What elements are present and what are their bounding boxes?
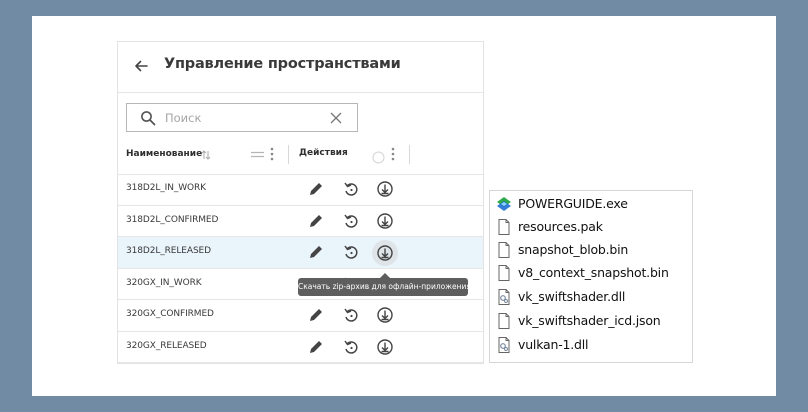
file-name: v8_context_snapshot.bin xyxy=(518,265,669,280)
file-name: vk_swiftshader_icd.json xyxy=(518,313,661,328)
table-header: Наименование Действия xyxy=(118,138,483,175)
column-resize-handle-icon[interactable] xyxy=(251,151,264,158)
search-input[interactable] xyxy=(165,109,315,127)
faded-download-icon xyxy=(372,151,385,164)
column-menu-icon[interactable] xyxy=(391,147,395,161)
workspace-table-body: 318D2L_IN_WORK 318D2L_CONFIRMED 318D2L_R… xyxy=(118,174,483,363)
edit-icon[interactable] xyxy=(307,338,325,356)
download-zip-icon[interactable] xyxy=(376,338,394,356)
workspace-name: 320GX_RELEASED xyxy=(126,340,207,351)
workspace-name: 320GX_IN_WORK xyxy=(126,277,202,288)
file-list: POWERGUIDE.exe resources.pak snapshot_bl… xyxy=(489,190,693,363)
file-item[interactable]: resources.pak xyxy=(495,216,691,238)
file-item[interactable]: vulkan-1.dll xyxy=(495,334,691,356)
edit-icon[interactable] xyxy=(307,212,325,230)
revert-icon[interactable] xyxy=(342,243,360,261)
column-menu-icon[interactable] xyxy=(270,147,274,161)
revert-icon[interactable] xyxy=(342,306,360,324)
search-box xyxy=(126,103,358,132)
file-name: POWERGUIDE.exe xyxy=(518,196,628,211)
download-zip-icon[interactable] xyxy=(376,180,394,198)
revert-icon[interactable] xyxy=(342,338,360,356)
edit-icon[interactable] xyxy=(307,180,325,198)
revert-icon[interactable] xyxy=(342,180,360,198)
search-icon xyxy=(141,111,156,126)
table-row[interactable]: 318D2L_IN_WORK xyxy=(118,174,483,206)
back-arrow-icon[interactable] xyxy=(133,58,149,74)
download-zip-icon[interactable] xyxy=(376,212,394,230)
download-tooltip: Скачать zip-архив для офлайн-приложения xyxy=(298,278,471,296)
column-header-actions: Действия xyxy=(299,148,348,158)
column-divider xyxy=(409,145,410,164)
file-name: snapshot_blob.bin xyxy=(518,242,629,257)
file-icon xyxy=(498,313,510,329)
page-title: Управление пространствами xyxy=(164,56,401,72)
clear-search-icon[interactable] xyxy=(330,112,342,124)
workspace-name: 318D2L_IN_WORK xyxy=(126,183,206,193)
workspace-management-panel: Управление пространствами Наименование Д… xyxy=(117,41,484,364)
file-name: resources.pak xyxy=(518,219,603,234)
sort-icon[interactable] xyxy=(201,149,211,161)
file-icon xyxy=(498,242,510,258)
revert-icon[interactable] xyxy=(342,212,360,230)
column-header-name[interactable]: Наименование xyxy=(126,149,202,159)
file-icon xyxy=(498,265,510,281)
file-name: vk_swiftshader.dll xyxy=(518,289,626,304)
panel-header: Управление пространствами xyxy=(118,42,483,93)
download-zip-icon[interactable] xyxy=(372,240,398,266)
table-row[interactable]: 320GX_CONFIRMED xyxy=(118,300,483,332)
app-logo-icon xyxy=(497,197,511,211)
file-icon xyxy=(498,219,510,235)
column-divider xyxy=(288,145,289,164)
workspace-name: 318D2L_RELEASED xyxy=(126,246,211,256)
table-row-selected[interactable]: 318D2L_RELEASED xyxy=(118,237,483,269)
workspace-name: 320GX_CONFIRMED xyxy=(126,309,214,319)
file-item[interactable]: vk_swiftshader.dll xyxy=(495,286,691,308)
edit-icon[interactable] xyxy=(307,243,325,261)
dll-file-icon xyxy=(498,337,510,353)
file-item[interactable]: v8_context_snapshot.bin xyxy=(495,262,691,284)
dll-file-icon xyxy=(498,289,510,305)
table-row[interactable]: 318D2L_CONFIRMED xyxy=(118,206,483,237)
file-item[interactable]: POWERGUIDE.exe xyxy=(495,193,691,215)
workspace-name: 318D2L_CONFIRMED xyxy=(126,214,219,225)
file-name: vulkan-1.dll xyxy=(518,337,589,352)
file-item[interactable]: snapshot_blob.bin xyxy=(495,239,691,261)
table-row[interactable]: 320GX_RELEASED xyxy=(118,332,483,363)
download-zip-icon[interactable] xyxy=(376,306,394,324)
file-item[interactable]: vk_swiftshader_icd.json xyxy=(495,310,691,332)
edit-icon[interactable] xyxy=(307,306,325,324)
